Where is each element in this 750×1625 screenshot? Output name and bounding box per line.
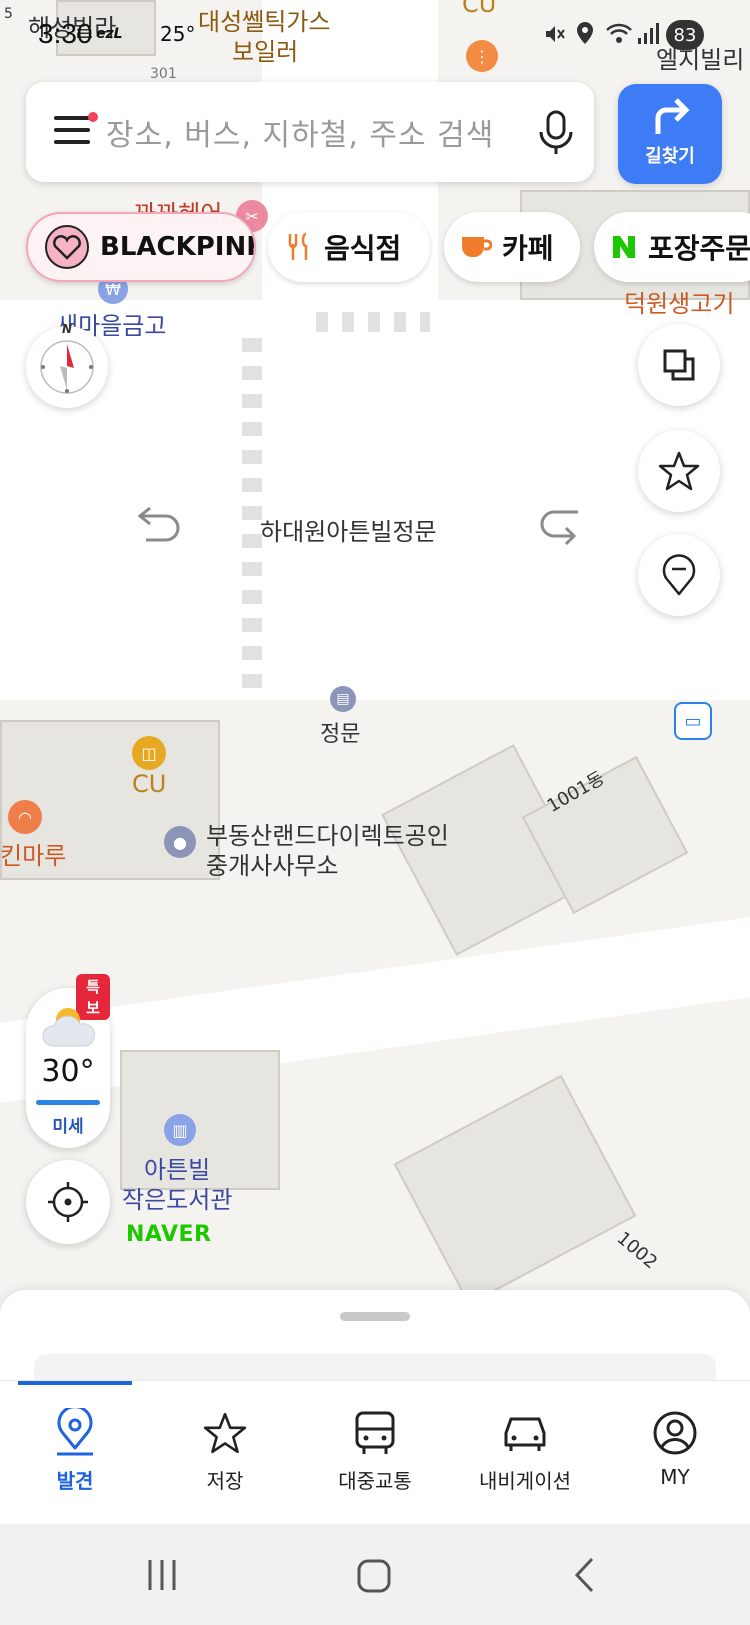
tab-label: MY <box>660 1465 690 1489</box>
directions-label: 길찾기 <box>645 146 695 167</box>
mute-icon <box>546 26 565 42</box>
map-label-gate[interactable]: 정문 <box>320 716 360 748</box>
tab-discover[interactable]: 발견 <box>0 1405 150 1505</box>
mic-icon[interactable] <box>536 110 576 156</box>
chip-label: 포장주문 <box>648 232 750 265</box>
map-canvas[interactable]: 5 해성빌라 대성쎌틱가스 보일러 301 CU ⋮ 엘지빌리 꽈꽈헤어 ✂ ₩… <box>0 0 750 1300</box>
current-location-button[interactable] <box>26 1160 110 1244</box>
wifi-icon <box>606 23 632 43</box>
tab-transit[interactable]: 대중교통 <box>300 1405 450 1505</box>
star-icon <box>658 451 700 491</box>
search-placeholder[interactable]: 장소, 버스, 지하철, 주소 검색 <box>106 110 494 154</box>
notification-dot <box>88 112 98 122</box>
tab-navigation[interactable]: 내비게이션 <box>450 1405 600 1505</box>
chicken-poi-icon[interactable]: ◠ <box>8 800 42 834</box>
route-arrow-icon <box>655 98 690 134</box>
tab-my[interactable]: MY <box>600 1405 750 1505</box>
recents-icon[interactable] <box>144 1558 180 1592</box>
tab-label: 발견 <box>56 1469 94 1493</box>
map-label-kinmaru[interactable]: 킨마루 <box>0 836 66 871</box>
chip-cafe[interactable]: 카페 <box>444 212 580 282</box>
chip-label: 음식점 <box>324 232 402 265</box>
location-icon <box>577 22 593 44</box>
cup-icon <box>460 233 492 261</box>
status-time: 3:30 <box>38 18 93 49</box>
directions-button[interactable]: 길찾기 <box>618 84 722 184</box>
status-bar: 3:30 ezL 25° 83 <box>0 0 750 60</box>
partly-cloudy-icon <box>42 1008 95 1047</box>
u-turn-left-icon <box>137 506 180 542</box>
tab-label: 저장 <box>206 1469 244 1493</box>
sheet-drag-handle[interactable] <box>340 1312 410 1321</box>
u-turn-right-icon <box>540 510 578 546</box>
location-marker-button[interactable] <box>638 534 720 616</box>
home-icon[interactable] <box>356 1558 392 1594</box>
fork-knife-icon <box>284 232 314 262</box>
car-icon <box>504 1417 546 1451</box>
star-icon <box>203 1412 247 1454</box>
map-label-main-gate[interactable]: 하대원아튼빌정문 <box>260 512 437 547</box>
favorites-button[interactable] <box>638 430 720 512</box>
chip-label: 카페 <box>502 232 554 265</box>
compass-button[interactable]: N <box>26 322 108 408</box>
map-label-library-2[interactable]: 작은도서관 <box>122 1180 232 1215</box>
library-poi-icon[interactable]: ▥ <box>164 1114 196 1146</box>
tab-label: 내비게이션 <box>479 1469 571 1493</box>
battery-indicator: 83 <box>666 20 704 50</box>
bottom-sheet[interactable] <box>0 1290 750 1380</box>
chip-restaurant[interactable]: 음식점 <box>268 212 430 282</box>
bus-stop-icon[interactable]: ▭ <box>674 702 712 740</box>
map-label-realty-2[interactable]: 중개사사무소 <box>206 846 338 881</box>
crosswalk-horizontal <box>316 312 430 332</box>
map-label-cu[interactable]: CU <box>132 770 166 798</box>
sheet-content-placeholder <box>34 1354 716 1380</box>
map-label-dong-1002: 1002 <box>612 1227 662 1274</box>
building-1002 <box>393 1074 637 1300</box>
dust-label: 미세 <box>52 1117 84 1137</box>
tab-label: 대중교통 <box>338 1469 412 1493</box>
status-temperature: 25° <box>160 22 196 46</box>
pin-minus-icon <box>662 554 696 596</box>
location-pin-icon <box>57 1408 93 1456</box>
chip-takeout[interactable]: 포장주문 <box>594 212 750 282</box>
realty-poi-icon[interactable]: ● <box>164 826 196 858</box>
system-navigation-bar <box>0 1524 750 1625</box>
compass-icon <box>40 340 94 394</box>
naver-logo: NAVER <box>126 1222 212 1247</box>
layers-icon <box>663 349 695 381</box>
map-label-301: 301 <box>150 66 177 82</box>
menu-icon[interactable] <box>54 112 98 146</box>
convenience-store-poi-icon[interactable]: ◫ <box>132 736 166 770</box>
weather-temperature: 30° <box>41 1054 95 1089</box>
map-label-meat[interactable]: 덕원생고기 <box>624 284 734 319</box>
chip-label: BLACKPINK <box>100 232 256 262</box>
tab-saved[interactable]: 저장 <box>150 1405 300 1505</box>
back-icon[interactable] <box>572 1556 598 1594</box>
road-lower <box>0 917 750 1103</box>
naver-n-icon <box>610 233 638 261</box>
dust-level-bar <box>36 1100 100 1105</box>
heart-icon <box>44 224 90 270</box>
signal-icon <box>638 23 659 44</box>
active-tab-indicator <box>18 1381 132 1385</box>
crosswalk-vertical <box>242 326 262 688</box>
person-icon <box>653 1411 697 1455</box>
bus-icon <box>355 1411 395 1454</box>
search-bar[interactable]: 장소, 버스, 지하철, 주소 검색 <box>26 82 594 182</box>
bottom-navigation: 발견 저장 대중교통 내비게이션 MY <box>0 1380 750 1525</box>
layers-button[interactable] <box>638 324 720 406</box>
carrier-label: ezL <box>96 26 123 42</box>
weather-widget[interactable]: 특보 30° 미세 <box>26 974 110 1148</box>
compass-north-label: N <box>62 322 73 336</box>
crosshair-icon <box>48 1182 88 1222</box>
chip-blackpink[interactable]: BLACKPINK <box>26 212 256 282</box>
gate-poi-icon[interactable]: ▤ <box>330 686 356 712</box>
